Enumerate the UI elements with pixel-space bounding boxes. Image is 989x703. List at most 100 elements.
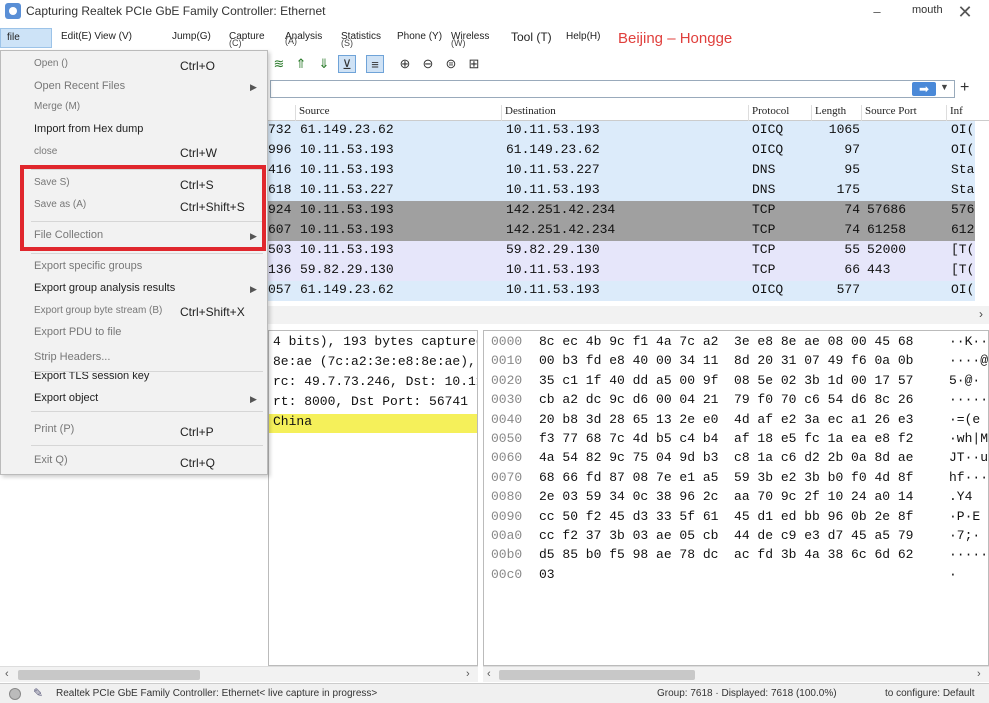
menu-item-export-pdu[interactable]: Export PDU to file [34, 326, 121, 338]
hex-bytes[interactable]: cc 50 f2 45 d3 33 5f 61 45 d1 ed bb 96 0… [539, 509, 913, 524]
packet-row[interactable]: 618 10.11.53.227 10.11.53.193 DNS 175 Sta [268, 181, 975, 201]
menu-item-open[interactable]: Open () [34, 58, 68, 69]
hex-ascii[interactable]: ····· [949, 547, 988, 562]
packet-row[interactable]: 416 10.11.53.193 10.11.53.227 DNS 95 Sta [268, 161, 975, 181]
column-protocol[interactable]: Protocol [748, 105, 789, 121]
column-info[interactable]: Inf [946, 105, 963, 121]
hex-ascii[interactable]: hf··· [949, 470, 988, 485]
packet-row[interactable]: 732 61.149.23.62 10.11.53.193 OICQ 1065 OI( [268, 121, 975, 141]
menu-phone[interactable]: Phone (Y) [397, 31, 442, 42]
menu-item-export-object[interactable]: Export object [34, 392, 98, 404]
go-to-packet-icon[interactable]: ≋ [270, 55, 288, 73]
hex-bytes[interactable]: 4a 54 82 9c 75 04 9d b3 c8 1a c6 d2 2b 0… [539, 450, 913, 465]
column-length[interactable]: Length [811, 105, 846, 121]
hex-ascii[interactable]: ··K·· [949, 334, 988, 349]
detail-scrollbar[interactable]: ‹ › [0, 666, 478, 682]
detail-line-frame[interactable]: 4 bits), 193 bytes captured [273, 334, 477, 349]
edit-comment-icon[interactable]: ✎ [33, 686, 43, 700]
menu-help[interactable]: Help(H) [566, 31, 600, 42]
detail-line-udp[interactable]: rt: 8000, Dst Port: 56741 [273, 394, 468, 409]
hex-ascii[interactable]: .Y4 [949, 489, 972, 504]
column-source[interactable]: Source [295, 105, 330, 121]
hex-ascii[interactable]: ·7;· [949, 528, 980, 543]
go-last-icon[interactable]: ⇓ [315, 55, 333, 73]
add-filter-button[interactable]: + [960, 79, 969, 97]
close-button[interactable]: ✕ [954, 2, 976, 22]
packet-row[interactable]: 924 10.11.53.193 142.251.42.234 TCP 74 57686 5… [268, 201, 975, 221]
bytes-scroll-thumb[interactable] [499, 670, 695, 680]
hex-ascii[interactable]: ·=(e [949, 412, 980, 427]
menu-file[interactable]: file [0, 28, 52, 48]
packet-destination: 10.11.53.193 [506, 122, 600, 137]
bytes-scrollbar[interactable]: ‹ › [483, 666, 989, 682]
menu-item-exit[interactable]: Exit Q) [34, 454, 68, 466]
resize-columns-icon[interactable]: ⊞ [465, 55, 483, 73]
menu-item-merge[interactable]: Merge (M) [34, 101, 80, 112]
hex-ascii[interactable]: ····@ [949, 353, 988, 368]
hex-ascii[interactable]: ·wh|M [949, 431, 988, 446]
hex-bytes[interactable]: 35 c1 1f 40 dd a5 00 9f 08 5e 02 3b 1d 0… [539, 373, 913, 388]
colorize-icon[interactable]: ≡ [366, 55, 384, 73]
detail-line-ethernet[interactable]: 8e:ae (7c:a2:3e:e8:8e:ae), [273, 354, 476, 369]
capture-status-icon[interactable] [9, 688, 21, 700]
menu-edit-view[interactable]: Edit(E) View (V) [61, 31, 132, 42]
menu-analysis-key: (A) [285, 36, 297, 46]
packet-source: 10.11.53.193 [300, 162, 394, 177]
status-packets: Group: 7618 · Displayed: 7618 (100.0%) [657, 688, 837, 699]
menu-jump[interactable]: Jump(G) [172, 31, 211, 42]
hex-bytes[interactable]: cb a2 dc 9c d6 00 04 21 79 f0 70 c6 54 d… [539, 392, 913, 407]
hex-bytes[interactable]: d5 85 b0 f5 98 ae 78 dc ac fd 3b 4a 38 6… [539, 547, 913, 562]
packet-protocol: TCP [752, 222, 776, 237]
detail-line-ip[interactable]: rc: 49.7.73.246, Dst: 10.11 [273, 374, 477, 389]
menu-item-open-recent[interactable]: Open Recent Files [34, 80, 125, 92]
hex-bytes[interactable]: 2e 03 59 34 0c 38 96 2c aa 70 9c 2f 10 2… [539, 489, 913, 504]
filter-dropdown-icon[interactable]: ▼ [940, 82, 949, 92]
menu-item-import-hex[interactable]: Import from Hex dump [34, 123, 143, 135]
hex-bytes[interactable]: cc f2 37 3b 03 ae 05 cb 44 de c9 e3 d7 4… [539, 528, 913, 543]
packet-list-scrollbar[interactable]: › [268, 306, 989, 324]
packet-time: 503 [268, 242, 292, 257]
hex-bytes[interactable]: 68 66 fd 87 08 7e e1 a5 59 3b e2 3b b0 f… [539, 470, 913, 485]
hex-bytes[interactable]: f3 77 68 7c 4d b5 c4 b4 af 18 e5 fc 1a e… [539, 431, 913, 446]
zoom-in-icon[interactable]: ⊕ [396, 55, 414, 73]
hex-ascii[interactable]: JT··u [949, 450, 988, 465]
minimize-button[interactable]: – [868, 4, 886, 20]
packet-row[interactable]: 057 61.149.23.62 10.11.53.193 OICQ 577 OI( [268, 281, 975, 301]
hex-ascii[interactable]: ····· [949, 392, 988, 407]
hex-ascii[interactable]: ·P·E [949, 509, 980, 524]
menu-item-print[interactable]: Print (P) [34, 423, 74, 435]
menu-tool[interactable]: Tool (T) [511, 30, 552, 44]
menu-item-export-specific[interactable]: Export specific groups [34, 260, 142, 272]
display-filter-input[interactable] [270, 80, 955, 98]
packet-source: 61.149.23.62 [300, 122, 394, 137]
zoom-out-icon[interactable]: ⊖ [419, 55, 437, 73]
column-destination[interactable]: Destination [501, 105, 556, 121]
apply-filter-button[interactable]: ➡ [912, 82, 936, 96]
autoscroll-icon[interactable]: ⊻ [338, 55, 356, 73]
hex-offset: 0070 [491, 469, 523, 485]
column-source-port[interactable]: Source Port [861, 105, 917, 121]
menu-statistics-key: (S) [341, 38, 353, 48]
hex-bytes[interactable]: 20 b8 3d 28 65 13 2e e0 4d af e2 3a ec a… [539, 412, 913, 427]
hex-ascii[interactable]: 5·@· [949, 373, 980, 388]
menu-item-strip-headers[interactable]: Strip Headers... [34, 351, 110, 363]
packet-row[interactable]: 996 10.11.53.193 61.149.23.62 OICQ 97 OI( [268, 141, 975, 161]
detail-line-highlighted[interactable]: China [269, 414, 477, 433]
menu-item-export-bytes[interactable]: Export group byte stream (B) [34, 305, 162, 316]
packet-time: 057 [268, 282, 292, 297]
packet-row[interactable]: 607 10.11.53.193 142.251.42.234 TCP 74 61258 6… [268, 221, 975, 241]
hex-bytes[interactable]: 8c ec 4b 9c f1 4a 7c a2 3e e8 8e ae 08 0… [539, 334, 913, 349]
status-profile[interactable]: to configure: Default [885, 688, 975, 699]
hex-ascii[interactable]: · [949, 567, 957, 582]
packet-row[interactable]: 136 59.82.29.130 10.11.53.193 TCP 66 443 [T( [268, 261, 975, 281]
packet-length: 95 [844, 162, 860, 177]
go-first-icon[interactable]: ⇑ [292, 55, 310, 73]
hex-bytes[interactable]: 00 b3 fd e8 40 00 34 11 8d 20 31 07 49 f… [539, 353, 913, 368]
hex-bytes[interactable]: 03 [539, 567, 555, 582]
packet-time: 136 [268, 262, 292, 277]
detail-scroll-thumb[interactable] [18, 670, 200, 680]
menu-item-export-analysis[interactable]: Export group analysis results [34, 282, 175, 294]
menu-item-close[interactable]: close [34, 146, 57, 157]
packet-row[interactable]: 503 10.11.53.193 59.82.29.130 TCP 55 52000 [T( [268, 241, 975, 261]
zoom-normal-icon[interactable]: ⊜ [442, 55, 460, 73]
